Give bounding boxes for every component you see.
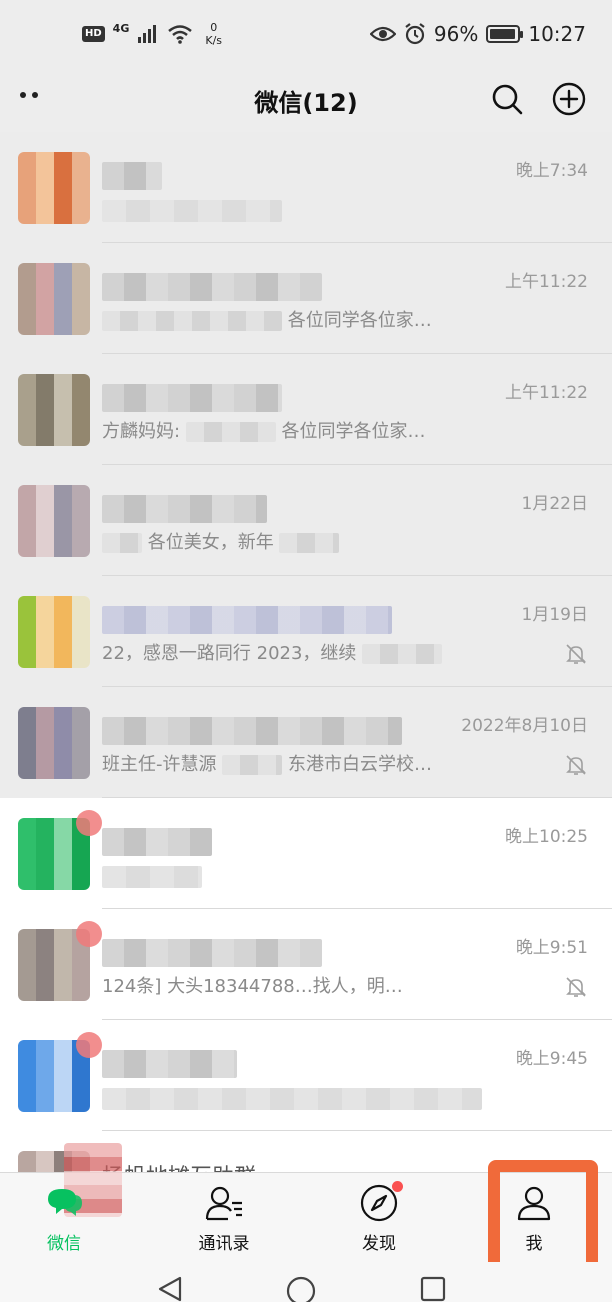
chat-name-redacted [102,495,267,523]
network-type: 4G [112,21,130,35]
chat-item[interactable]: 方麟妈妈: 各位同学各位家… 上午11:22 [0,354,612,465]
tab-chats[interactable]: 微信 [14,1183,114,1259]
chat-preview: 124条] 大头18344788…找人，明… [102,976,403,997]
chat-name-redacted [102,273,322,301]
page-title: 微信(12) [254,88,358,117]
chat-name-redacted [102,939,322,967]
wifi-icon [168,25,193,44]
chat-preview: 22，感恩一路同行 2023，继续 [102,640,502,668]
title-bar: 微信(12) [0,68,612,132]
avatar [18,152,90,224]
eye-icon [369,26,396,42]
chat-time: 上午11:22 [505,272,588,292]
avatar [18,485,90,557]
chat-preview-redacted [102,866,202,888]
chat-item[interactable]: 22，感恩一路同行 2023，继续 1月19日 [0,576,612,687]
chat-name-redacted [102,1050,237,1078]
mute-bell-icon [566,977,586,997]
chat-item[interactable]: 晚上10:25 [0,798,612,909]
chat-item[interactable]: 晚上9:45 [0,1020,612,1131]
status-left: HD 4G 0 K/s [82,21,222,47]
tab-label: 微信 [47,1234,81,1254]
tab-label: 通讯录 [198,1234,250,1254]
chat-icon [48,1189,82,1216]
chat-time: 1月19日 [521,605,588,625]
chat-time: 2022年8月10日 [461,716,588,736]
signal-icon [138,25,157,43]
chat-time: 晚上10:25 [505,827,588,847]
speed-value: 0 [210,21,218,34]
chat-preview: 各位美女，新年 [102,529,502,557]
chat-name-redacted [102,384,282,412]
back-icon[interactable] [156,1276,184,1302]
chat-item[interactable]: 班主任-许慧源 东港市白云学校… 2022年8月10日 [0,687,612,798]
mute-bell-icon [566,755,586,775]
network-speed: 0 K/s [205,21,222,47]
status-right: 96% 10:27 [369,22,586,46]
avatar [18,263,90,335]
contacts-icon [205,1186,242,1221]
chat-item[interactable]: 各位同学各位家… 上午11:22 [0,243,612,354]
clock: 10:27 [528,22,586,46]
chat-preview-redacted [102,200,282,222]
chat-item[interactable]: 124条] 大头18344788…找人，明… 晚上9:51 [0,909,612,1020]
chat-item[interactable]: 各位美女，新年 1月22日 [0,465,612,576]
tab-discover[interactable]: 发现 [329,1181,429,1259]
hd-badge: HD [82,26,105,42]
chat-time: 晚上9:51 [515,938,588,958]
battery-percent: 96% [433,22,479,46]
chat-name: 扬帆地摊互助群 [102,1159,256,1172]
chat-time: 晚上7:34 [515,161,588,181]
chat-name-redacted [102,162,162,190]
alarm-icon [405,23,425,45]
tab-contacts[interactable]: 通讯录 [174,1183,274,1259]
chat-preview-redacted [102,1088,482,1110]
speed-unit: K/s [205,34,223,47]
tab-label: 我 [525,1234,543,1254]
avatar [18,374,90,446]
home-icon[interactable] [286,1276,316,1302]
chat-time: 晚上9:45 [515,1049,588,1069]
chat-preview: 方麟妈妈: 各位同学各位家… [102,421,426,442]
chat-name-redacted [102,606,392,634]
more-dots-icon[interactable] [20,92,38,98]
chat-time: 1月22日 [521,494,588,514]
chat-preview: 各位同学各位家… [102,307,502,335]
system-nav-bar [0,1262,612,1302]
battery-icon [486,25,524,43]
chat-name-redacted [102,828,212,856]
mute-bell-icon [566,644,586,664]
discover-new-dot [392,1181,403,1192]
add-icon[interactable] [552,82,586,116]
avatar [18,707,90,779]
recents-icon[interactable] [420,1276,446,1302]
tab-label: 发现 [362,1234,396,1254]
tab-me[interactable]: 我 [484,1183,584,1259]
unread-badge [76,1032,102,1058]
chat-name-redacted [102,717,402,745]
chat-item[interactable]: 晚上7:34 [0,132,612,243]
status-bar: HD 4G 0 K/s 96% 10:27 [0,0,612,68]
unread-badge [76,810,102,836]
tab-bar: 微信 通讯录 发现 我 [0,1143,612,1262]
chat-list[interactable]: 晚上7:34 各位同学各位家… 上午11:22 方麟妈妈: 各位同学各位家… 上… [0,132,612,1172]
unread-badge [76,921,102,947]
search-icon[interactable] [490,82,524,116]
person-icon [517,1186,551,1221]
chat-time: 上午11:22 [505,383,588,403]
avatar [18,596,90,668]
chat-preview: 班主任-许慧源 东港市白云学校… [102,754,432,775]
